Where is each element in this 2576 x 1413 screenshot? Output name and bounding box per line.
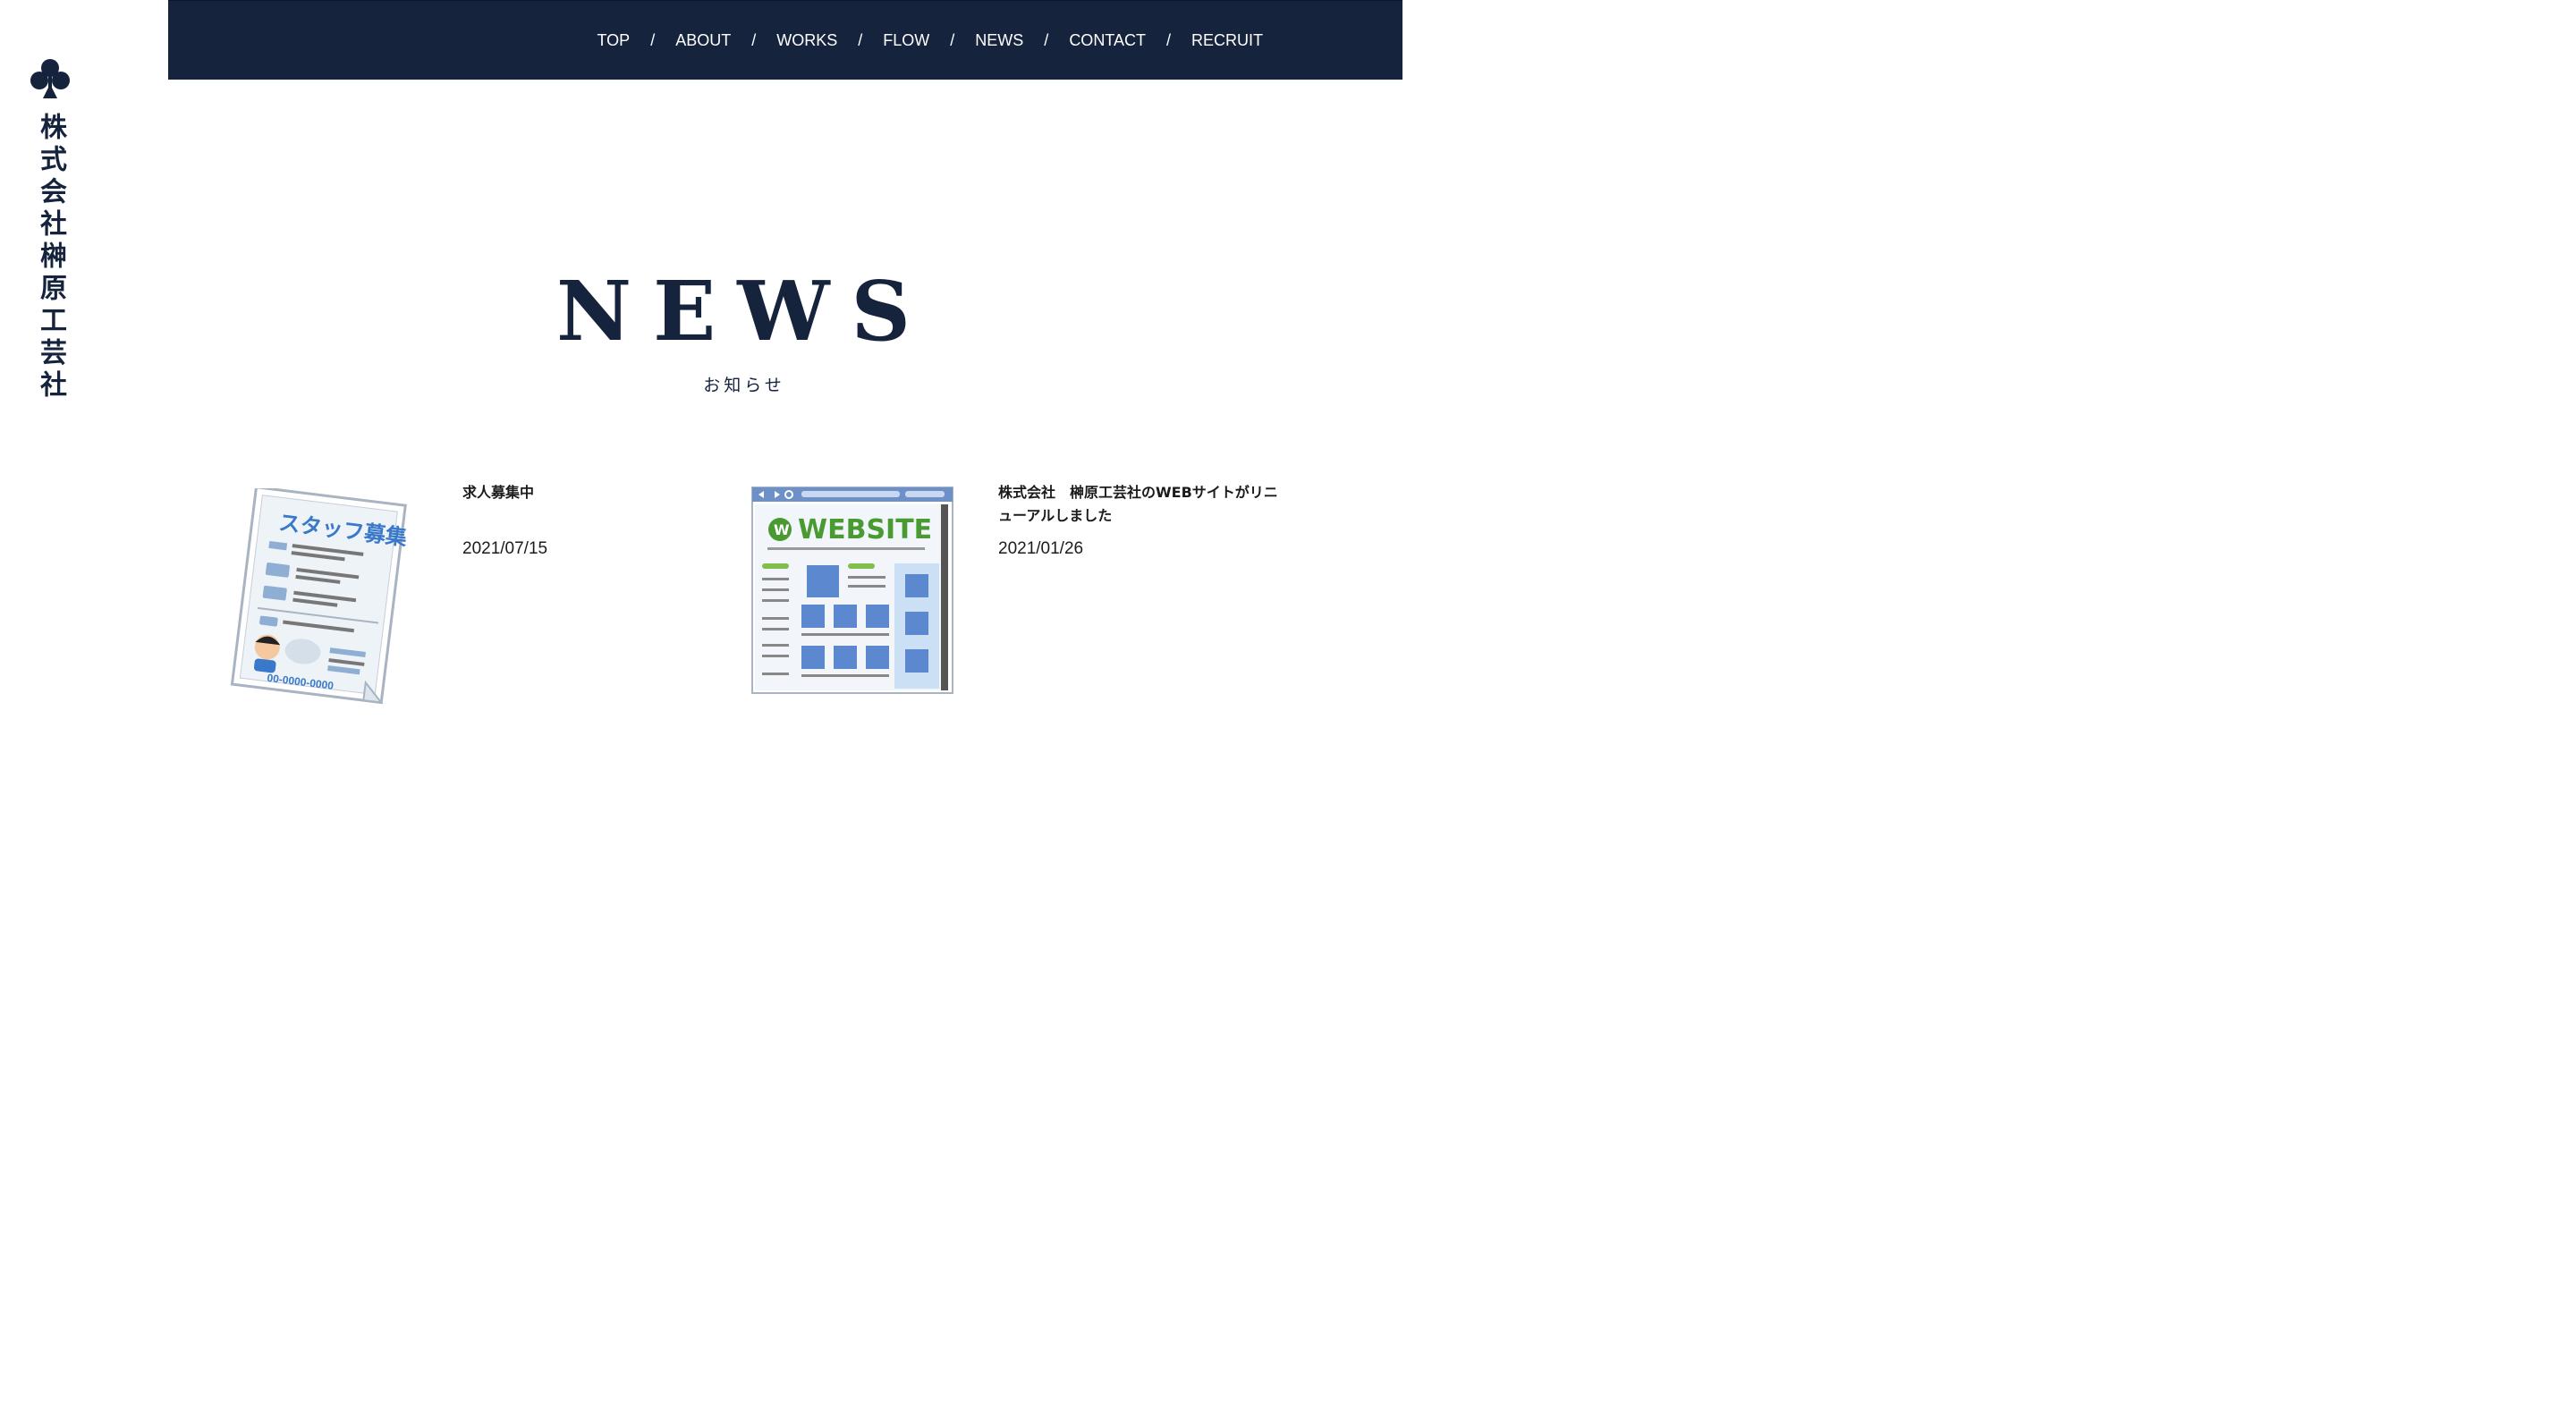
- main-nav: TOP / ABOUT / WORKS / FLOW / NEWS / CONT…: [597, 1, 1263, 80]
- news-thumbnail[interactable]: W WEBSITE: [751, 487, 953, 694]
- nav-top[interactable]: TOP: [597, 31, 631, 50]
- website-browser-window-icon: W WEBSITE: [751, 487, 953, 694]
- nav-about[interactable]: ABOUT: [675, 31, 731, 50]
- nav-separator: /: [1165, 30, 1171, 49]
- nav-works[interactable]: WORKS: [776, 31, 837, 50]
- nav-separator: /: [1044, 30, 1049, 49]
- nav-separator: /: [751, 30, 757, 49]
- nav-separator: /: [650, 30, 656, 49]
- section-title: NEWS: [556, 263, 932, 360]
- global-navbar: TOP / ABOUT / WORKS / FLOW / NEWS / CONT…: [168, 0, 1402, 80]
- nav-news[interactable]: NEWS: [975, 31, 1023, 50]
- club-icon: [30, 59, 70, 98]
- nav-recruit[interactable]: RECRUIT: [1191, 31, 1263, 50]
- nav-separator: /: [858, 30, 863, 49]
- news-title[interactable]: 株式会社 榊原工芸社のWEBサイトがリニューアルしました: [998, 481, 1286, 528]
- section-subtitle: お知らせ: [703, 376, 785, 395]
- news-thumbnail[interactable]: スタッフ募集 00-0000-0000: [224, 486, 411, 706]
- website-heading: WEBSITE: [798, 514, 932, 546]
- website-badge: W: [774, 521, 790, 538]
- nav-contact[interactable]: CONTACT: [1069, 31, 1146, 50]
- news-date: 2021/07/15: [462, 539, 548, 558]
- news-date: 2021/01/26: [998, 539, 1084, 558]
- news-title[interactable]: 求人募集中: [462, 481, 677, 504]
- nav-flow[interactable]: FLOW: [883, 31, 929, 50]
- staff-recruitment-flyer-icon: スタッフ募集 00-0000-0000: [230, 486, 410, 705]
- nav-separator: /: [950, 30, 955, 49]
